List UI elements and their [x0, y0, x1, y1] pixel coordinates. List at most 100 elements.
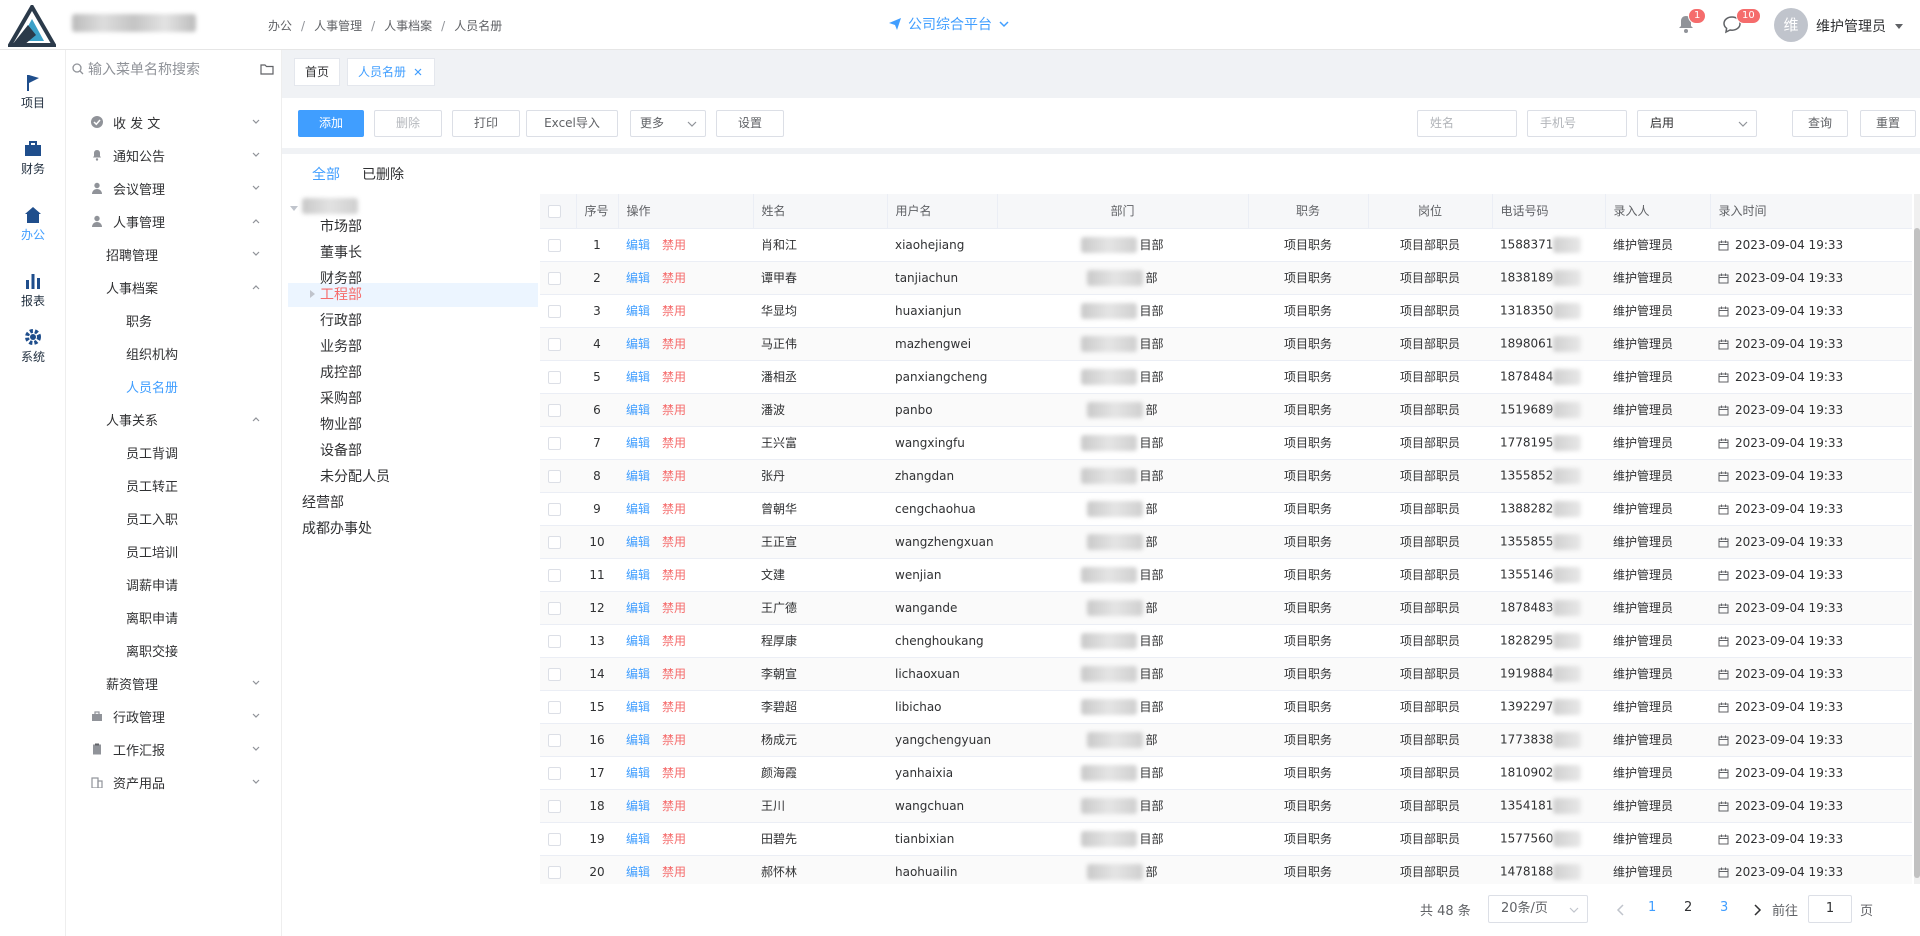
table-scrollbar[interactable] — [1914, 194, 1920, 884]
message-button[interactable]: 10 — [1722, 8, 1761, 34]
tab-deleted[interactable]: 已删除 — [362, 164, 404, 190]
row-checkbox[interactable] — [548, 667, 561, 681]
breadcrumb-item[interactable]: 人事档案 — [384, 17, 432, 34]
disable-link[interactable]: 禁用 — [662, 304, 686, 318]
tree-node[interactable]: 采购部 — [320, 388, 362, 410]
tree-node[interactable]: 设备部 — [320, 440, 362, 462]
table-row[interactable]: 18 编辑 禁用 王川 wangchuan 目部 项目职务 项目部职员 1354181 维护管理员… — [540, 789, 1912, 823]
table-row[interactable]: 9 编辑 禁用 曾朝华 cengchaohua 部项目职务 项目部职员 1388282 维护管理… — [540, 492, 1912, 526]
next-page-icon[interactable] — [1752, 904, 1762, 916]
settings-button[interactable]: 设置 — [716, 110, 784, 137]
edit-link[interactable]: 编辑 — [626, 502, 650, 516]
disable-link[interactable]: 禁用 — [662, 799, 686, 813]
breadcrumb-item[interactable]: 人事管理 — [314, 17, 362, 34]
row-checkbox[interactable] — [548, 271, 561, 285]
goto-page-input[interactable]: 1 — [1808, 895, 1852, 923]
tree-node[interactable]: 成都办事处 — [302, 518, 372, 540]
row-checkbox[interactable] — [548, 832, 561, 846]
avatar[interactable]: 维 — [1774, 8, 1808, 42]
rail-item-reports[interactable]: 报表 — [0, 272, 66, 309]
menu-item-background-check[interactable]: 员工背调 — [66, 437, 282, 467]
menu-item-resignation[interactable]: 离职申请 — [66, 602, 282, 632]
table-row[interactable]: 2 编辑 禁用 谭甲春 tanjiachun 部项目职务 项目部职员 1838189 维护管理员… — [540, 261, 1912, 295]
page-number[interactable]: 3 — [1720, 900, 1728, 915]
table-row[interactable]: 20 编辑 禁用 郝怀林 haohuailin 部项目职务 项目部职员 1478188 维护管理… — [540, 855, 1912, 884]
row-checkbox[interactable] — [548, 370, 561, 384]
menu-item-handover[interactable]: 离职交接 — [66, 635, 282, 665]
user-menu[interactable]: 维护管理员 — [1816, 16, 1904, 36]
scrollbar-thumb[interactable] — [1914, 228, 1920, 878]
menu-item-payroll[interactable]: 薪资管理 — [66, 668, 282, 698]
tree-node[interactable]: 成控部 — [320, 362, 362, 384]
disable-link[interactable]: 禁用 — [662, 766, 686, 780]
disable-link[interactable]: 禁用 — [662, 601, 686, 615]
table-row[interactable]: 1 编辑 禁用 肖和江 xiaohejiang 目部 项目职务 项目部职员 1588371 维护管… — [540, 228, 1912, 262]
disable-link[interactable]: 禁用 — [662, 832, 686, 846]
row-checkbox[interactable] — [548, 568, 561, 582]
excel-import-button[interactable]: Excel导入 — [526, 110, 618, 137]
edit-link[interactable]: 编辑 — [626, 601, 650, 615]
add-button[interactable]: 添加 — [298, 110, 364, 137]
row-checkbox[interactable] — [548, 238, 561, 252]
query-button[interactable]: 查询 — [1792, 110, 1848, 137]
tree-node-selected[interactable]: 工程部 — [320, 284, 362, 306]
tree-node[interactable]: 未分配人员 — [320, 466, 390, 488]
menu-item-hr-relations[interactable]: 人事关系 — [66, 404, 282, 434]
rail-item-office[interactable]: 办公 — [0, 206, 66, 243]
edit-link[interactable]: 编辑 — [626, 271, 650, 285]
menu-item-meetings[interactable]: 会议管理 — [66, 173, 282, 203]
menu-item-reports[interactable]: 工作汇报 — [66, 734, 282, 764]
row-checkbox[interactable] — [548, 700, 561, 714]
edit-link[interactable]: 编辑 — [626, 535, 650, 549]
disable-link[interactable]: 禁用 — [662, 634, 686, 648]
disable-link[interactable]: 禁用 — [662, 271, 686, 285]
tree-node[interactable]: 董事长 — [320, 242, 362, 264]
print-button[interactable]: 打印 — [452, 110, 520, 137]
status-select[interactable]: 启用 — [1637, 110, 1757, 137]
table-row[interactable]: 6 编辑 禁用 潘波 panbo 部项目职务 项目部职员 1519689 维护管理员 2023-0… — [540, 393, 1912, 427]
table-row[interactable]: 10 编辑 禁用 王正宣 wangzhengxuan 部项目职务 项目部职员 1355855 维… — [540, 525, 1912, 559]
table-row[interactable]: 7 编辑 禁用 王兴富 wangxingfu 目部 项目职务 项目部职员 1778195 维护管理… — [540, 426, 1912, 460]
page-size-select[interactable]: 20条/页 — [1488, 895, 1588, 923]
tree-node[interactable]: 市场部 — [320, 216, 362, 238]
menu-item-hr[interactable]: 人事管理 — [66, 206, 282, 236]
caret-right-icon[interactable] — [308, 290, 316, 298]
table-row[interactable]: 13 编辑 禁用 程厚康 chenghoukang 目部 项目职务 项目部职员 1828295 维… — [540, 624, 1912, 658]
menu-item-recruitment[interactable]: 招聘管理 — [66, 239, 282, 269]
disable-link[interactable]: 禁用 — [662, 700, 686, 714]
row-checkbox[interactable] — [548, 502, 561, 516]
row-checkbox[interactable] — [548, 766, 561, 780]
edit-link[interactable]: 编辑 — [626, 436, 650, 450]
disable-link[interactable]: 禁用 — [662, 535, 686, 549]
row-checkbox[interactable] — [548, 799, 561, 813]
page-number[interactable]: 2 — [1684, 900, 1692, 915]
table-row[interactable]: 3 编辑 禁用 华显均 huaxianjun 目部 项目职务 项目部职员 1318350 维护管理… — [540, 294, 1912, 328]
table-row[interactable]: 4 编辑 禁用 马正伟 mazhengwei 目部 项目职务 项目部职员 1898061 维护管理… — [540, 327, 1912, 361]
menu-item-onboarding[interactable]: 员工入职 — [66, 503, 282, 533]
row-checkbox[interactable] — [548, 733, 561, 747]
menu-item-salary-adjust[interactable]: 调薪申请 — [66, 569, 282, 599]
notification-bell[interactable]: 1 — [1676, 8, 1707, 34]
phone-search-input[interactable]: 手机号 — [1527, 110, 1627, 137]
disable-link[interactable]: 禁用 — [662, 667, 686, 681]
edit-link[interactable]: 编辑 — [626, 832, 650, 846]
edit-link[interactable]: 编辑 — [626, 865, 650, 879]
logo-icon[interactable] — [8, 5, 56, 47]
menu-search-input[interactable]: 输入菜单名称搜索 — [88, 59, 200, 79]
name-search-input[interactable]: 姓名 — [1417, 110, 1517, 137]
row-checkbox[interactable] — [548, 865, 561, 879]
row-checkbox[interactable] — [548, 634, 561, 648]
rail-item-project[interactable]: 项目 — [0, 74, 66, 111]
row-checkbox[interactable] — [548, 601, 561, 615]
edit-link[interactable]: 编辑 — [626, 634, 650, 648]
menu-item-org[interactable]: 组织机构 — [66, 338, 282, 368]
edit-link[interactable]: 编辑 — [626, 700, 650, 714]
edit-link[interactable]: 编辑 — [626, 337, 650, 351]
row-checkbox[interactable] — [548, 436, 561, 450]
edit-link[interactable]: 编辑 — [626, 799, 650, 813]
disable-link[interactable]: 禁用 — [662, 436, 686, 450]
tree-node[interactable]: 业务部 — [320, 336, 362, 358]
edit-link[interactable]: 编辑 — [626, 469, 650, 483]
menu-item-assets[interactable]: 资产用品 — [66, 767, 282, 797]
caret-down-icon[interactable] — [290, 204, 298, 212]
